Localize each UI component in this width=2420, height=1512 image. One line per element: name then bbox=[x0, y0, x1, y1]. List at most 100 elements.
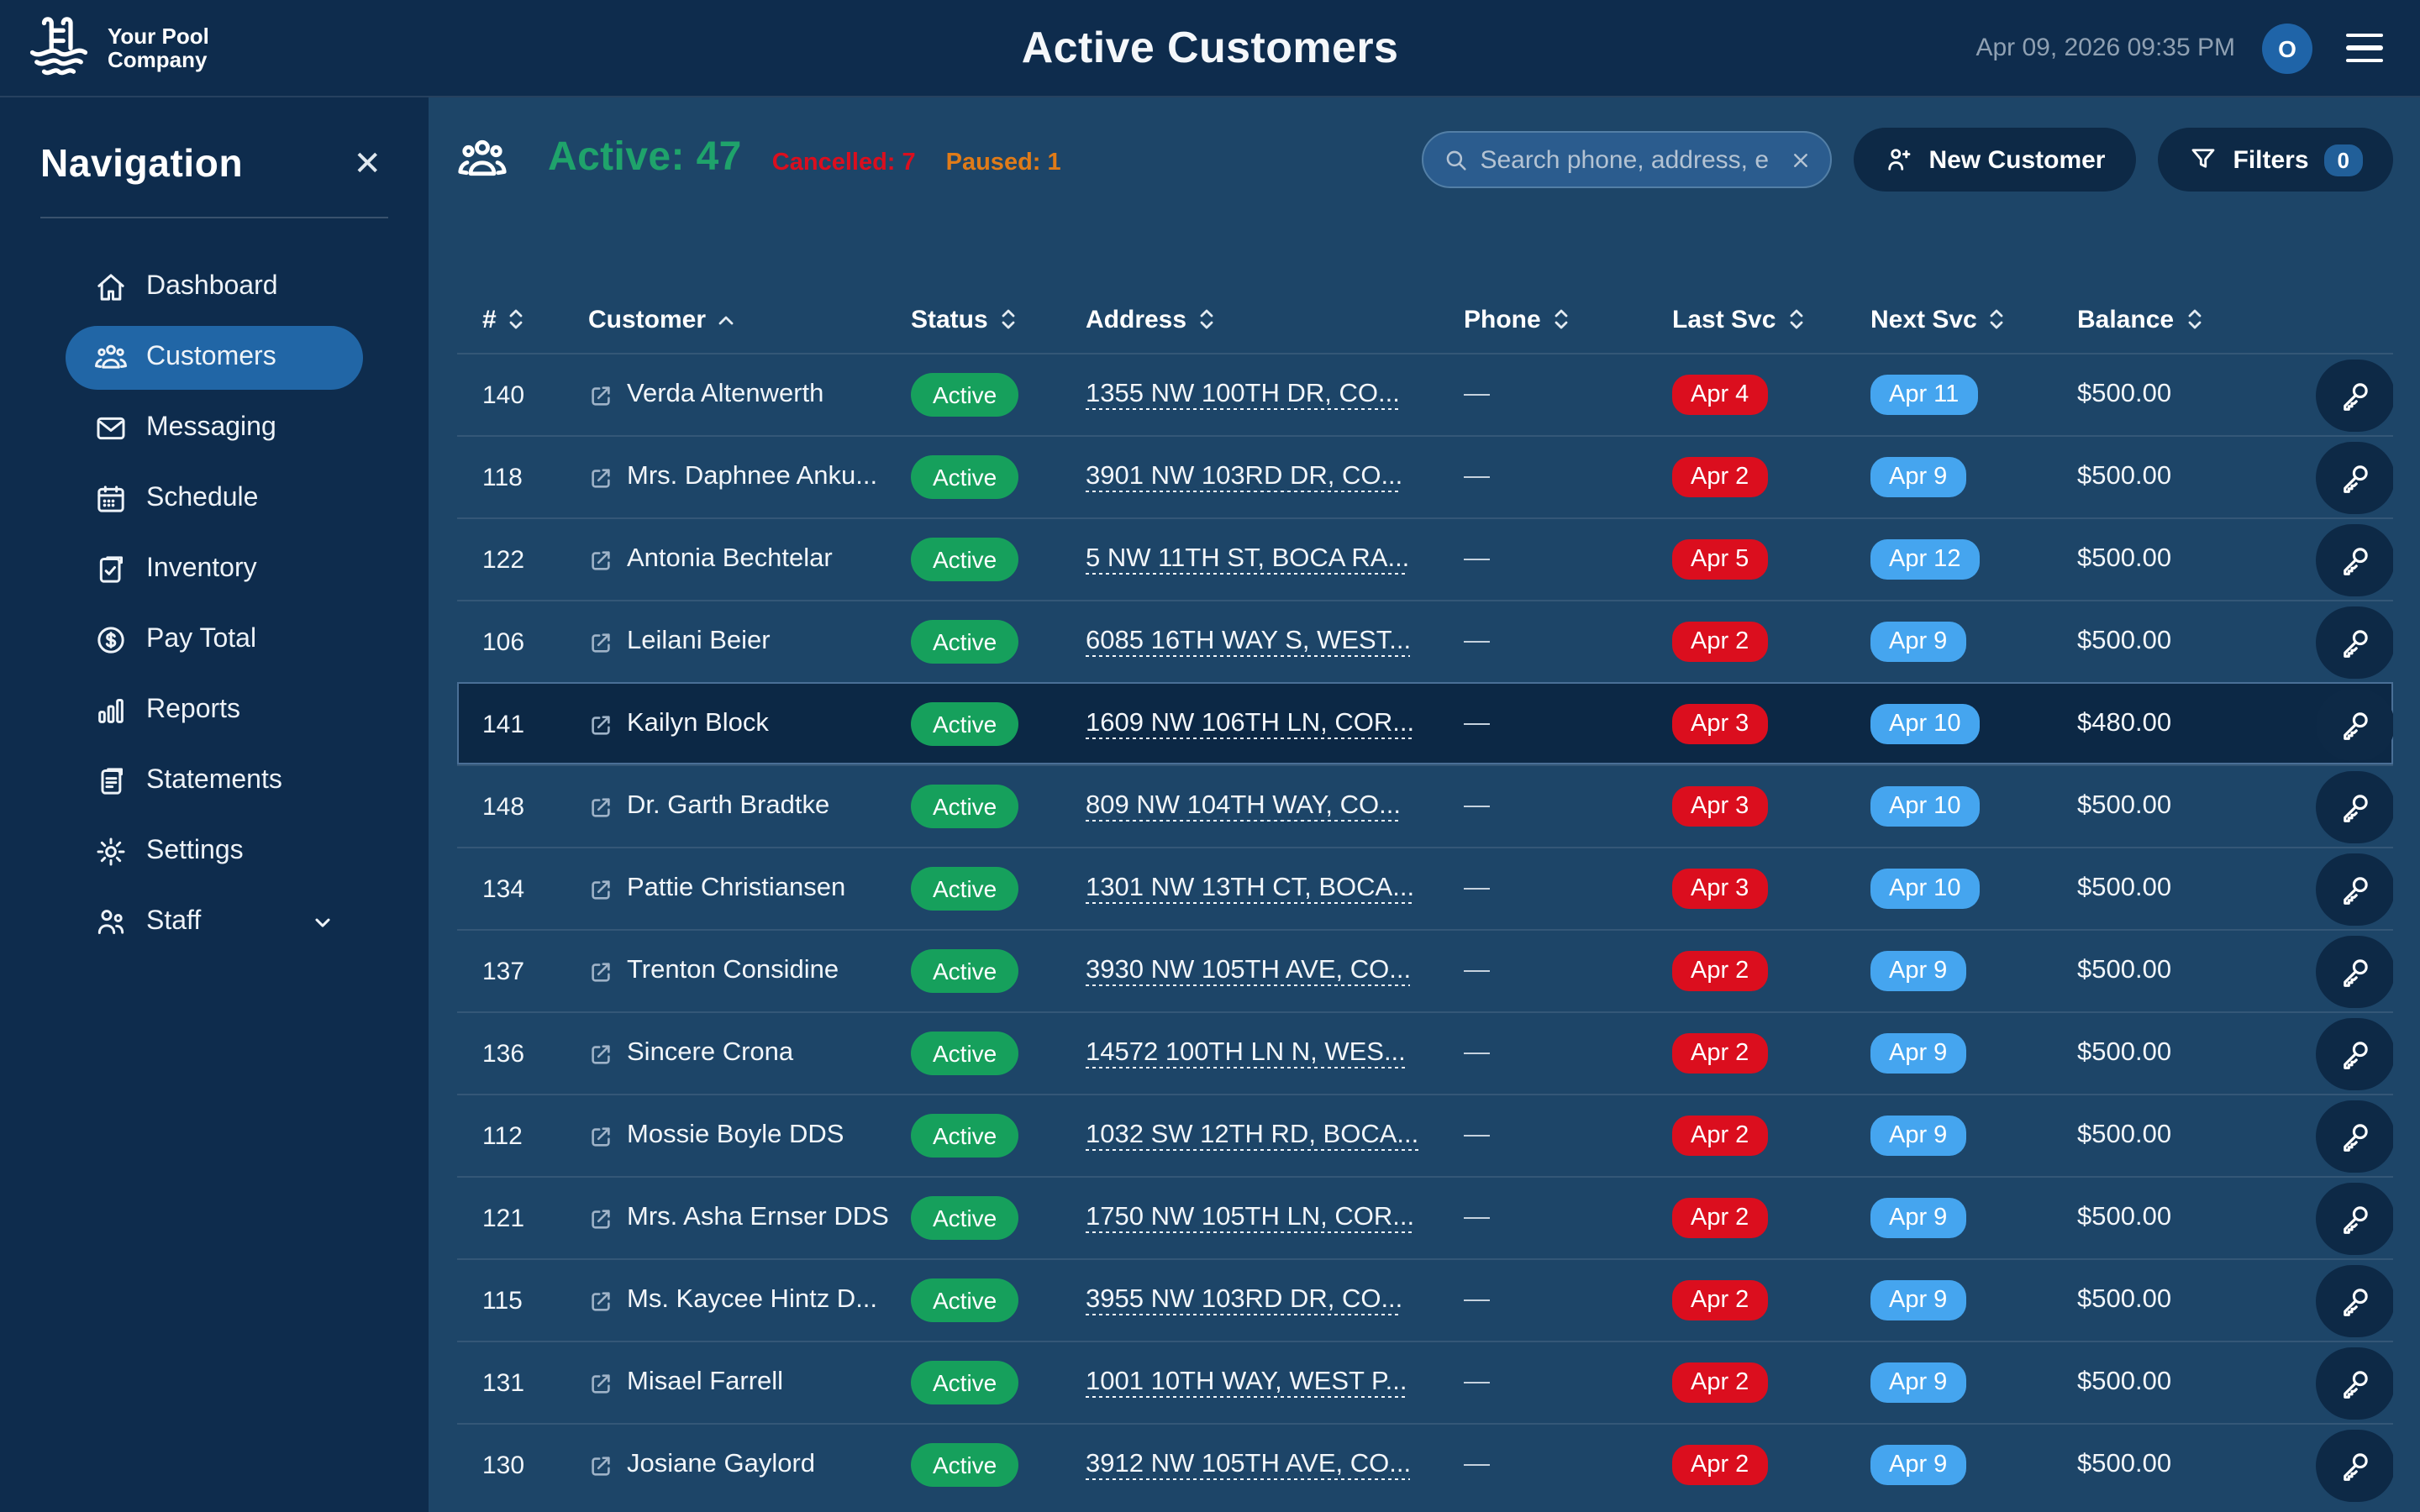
sidebar-item-dashboard[interactable]: Dashboard bbox=[66, 255, 363, 319]
filters-button[interactable]: Filters 0 bbox=[2158, 128, 2394, 192]
address-link[interactable]: 809 NW 104TH WAY, CO... bbox=[1086, 791, 1401, 820]
external-link-icon[interactable] bbox=[588, 1370, 613, 1395]
sidebar-item-settings[interactable]: Settings bbox=[66, 820, 363, 884]
column-header-last-svc[interactable]: Last Svc bbox=[1672, 305, 1870, 333]
address-link[interactable]: 6085 16TH WAY S, WEST... bbox=[1086, 627, 1411, 655]
customer-name[interactable]: Dr. Garth Bradtke bbox=[627, 791, 829, 822]
customer-name[interactable]: Verda Altenwerth bbox=[627, 380, 823, 410]
key-access-button[interactable] bbox=[2316, 441, 2393, 513]
column-header-next-svc[interactable]: Next Svc bbox=[1870, 305, 2077, 333]
column-header-status[interactable]: Status bbox=[911, 305, 1086, 333]
next-svc-badge: Apr 9 bbox=[1870, 1198, 1965, 1238]
table-row[interactable]: 134Pattie ChristiansenActive1301 NW 13TH… bbox=[457, 847, 2393, 929]
table-row[interactable]: 122Antonia BechtelarActive5 NW 11TH ST, … bbox=[457, 517, 2393, 600]
table-row[interactable]: 106Leilani BeierActive6085 16TH WAY S, W… bbox=[457, 600, 2393, 682]
key-access-button[interactable] bbox=[2316, 523, 2393, 596]
key-access-button[interactable] bbox=[2316, 853, 2393, 925]
sidebar-item-messaging[interactable]: Messaging bbox=[66, 396, 363, 460]
sidebar-item-schedule[interactable]: Schedule bbox=[66, 467, 363, 531]
key-access-button[interactable] bbox=[2316, 1429, 2393, 1501]
external-link-icon[interactable] bbox=[588, 465, 613, 490]
address-link[interactable]: 3955 NW 103RD DR, CO... bbox=[1086, 1285, 1402, 1314]
column-header-phone[interactable]: Phone bbox=[1464, 305, 1672, 333]
external-link-icon[interactable] bbox=[588, 1452, 613, 1478]
customer-name[interactable]: Mrs. Daphnee Anku... bbox=[627, 462, 877, 492]
sidebar-item-reports[interactable]: Reports bbox=[66, 679, 363, 743]
address-link[interactable]: 3930 NW 105TH AVE, CO... bbox=[1086, 956, 1411, 984]
column-header-address[interactable]: Address bbox=[1086, 305, 1464, 333]
customer-name[interactable]: Josiane Gaylord bbox=[627, 1450, 815, 1480]
key-access-button[interactable] bbox=[2316, 606, 2393, 678]
sidebar-item-inventory[interactable]: Inventory bbox=[66, 538, 363, 601]
column-header-number[interactable]: # bbox=[482, 305, 588, 333]
table-row[interactable]: 140Verda AltenwerthActive1355 NW 100TH D… bbox=[457, 353, 2393, 435]
customer-name[interactable]: Mrs. Asha Ernser DDS bbox=[627, 1203, 889, 1233]
table-row[interactable]: 141Kailyn BlockActive1609 NW 106TH LN, C… bbox=[457, 682, 2393, 764]
customer-name[interactable]: Leilani Beier bbox=[627, 627, 771, 657]
avatar[interactable]: O bbox=[2262, 23, 2312, 73]
table-row[interactable]: 112Mossie Boyle DDSActive1032 SW 12TH RD… bbox=[457, 1094, 2393, 1176]
column-header-balance[interactable]: Balance bbox=[2077, 305, 2316, 333]
external-link-icon[interactable] bbox=[588, 1041, 613, 1066]
address-link[interactable]: 3912 NW 105TH AVE, CO... bbox=[1086, 1450, 1411, 1478]
new-customer-button[interactable]: New Customer bbox=[1853, 128, 2135, 192]
table-row[interactable]: 130Josiane GaylordActive3912 NW 105TH AV… bbox=[457, 1423, 2393, 1505]
close-icon[interactable]: ✕ bbox=[346, 144, 388, 184]
customer-name[interactable]: Trenton Considine bbox=[627, 956, 839, 986]
address-link[interactable]: 1355 NW 100TH DR, CO... bbox=[1086, 380, 1400, 408]
customer-name[interactable]: Misael Farrell bbox=[627, 1368, 783, 1398]
address-cell: 1750 NW 105TH LN, COR... bbox=[1086, 1203, 1464, 1233]
address-link[interactable]: 5 NW 11TH ST, BOCA RA... bbox=[1086, 544, 1409, 573]
column-header-customer[interactable]: Customer bbox=[588, 305, 911, 333]
hamburger-menu-icon[interactable] bbox=[2339, 27, 2390, 70]
key-access-button[interactable] bbox=[2316, 1347, 2393, 1419]
table-row[interactable]: 131Misael FarrellActive1001 10TH WAY, WE… bbox=[457, 1341, 2393, 1423]
customer-name[interactable]: Kailyn Block bbox=[627, 709, 769, 739]
external-link-icon[interactable] bbox=[588, 547, 613, 572]
table-row[interactable]: 121Mrs. Asha Ernser DDSActive1750 NW 105… bbox=[457, 1176, 2393, 1258]
external-link-icon[interactable] bbox=[588, 711, 613, 737]
sidebar-item-statements[interactable]: Statements bbox=[66, 749, 363, 813]
address-link[interactable]: 1301 NW 13TH CT, BOCA... bbox=[1086, 874, 1414, 902]
status-badge: Active bbox=[911, 1443, 1018, 1487]
table-row[interactable]: 148Dr. Garth BradtkeActive809 NW 104TH W… bbox=[457, 764, 2393, 847]
key-access-button[interactable] bbox=[2316, 1017, 2393, 1089]
address-link[interactable]: 14572 100TH LN N, WES... bbox=[1086, 1038, 1406, 1067]
table-row[interactable]: 115Ms. Kaycee Hintz D...Active3955 NW 10… bbox=[457, 1258, 2393, 1341]
key-access-button[interactable] bbox=[2316, 688, 2393, 760]
clear-search-icon[interactable] bbox=[1787, 147, 1812, 172]
sidebar-item-pay-total[interactable]: Pay Total bbox=[66, 608, 363, 672]
sidebar-item-customers[interactable]: Customers bbox=[66, 326, 363, 390]
external-link-icon[interactable] bbox=[588, 794, 613, 819]
search-input[interactable] bbox=[1480, 145, 1776, 174]
sidebar-item-label: Customers bbox=[146, 343, 276, 373]
key-access-button[interactable] bbox=[2316, 770, 2393, 843]
address-link[interactable]: 1750 NW 105TH LN, COR... bbox=[1086, 1203, 1414, 1231]
key-access-button[interactable] bbox=[2316, 359, 2393, 431]
customer-name[interactable]: Antonia Bechtelar bbox=[627, 544, 833, 575]
address-link[interactable]: 1609 NW 106TH LN, COR... bbox=[1086, 709, 1414, 738]
sidebar-item-staff[interactable]: Staff bbox=[66, 890, 363, 954]
table-row[interactable]: 136Sincere CronaActive14572 100TH LN N, … bbox=[457, 1011, 2393, 1094]
key-access-button[interactable] bbox=[2316, 935, 2393, 1007]
table-row[interactable]: 118Mrs. Daphnee Anku...Active3901 NW 103… bbox=[457, 435, 2393, 517]
key-access-button[interactable] bbox=[2316, 1182, 2393, 1254]
external-link-icon[interactable] bbox=[588, 1123, 613, 1148]
address-link[interactable]: 1001 10TH WAY, WEST P... bbox=[1086, 1368, 1407, 1396]
company-name: Your Pool Company bbox=[108, 24, 209, 71]
external-link-icon[interactable] bbox=[588, 876, 613, 901]
customer-name[interactable]: Pattie Christiansen bbox=[627, 874, 845, 904]
external-link-icon[interactable] bbox=[588, 1288, 613, 1313]
external-link-icon[interactable] bbox=[588, 958, 613, 984]
customer-name[interactable]: Sincere Crona bbox=[627, 1038, 793, 1068]
customer-name[interactable]: Mossie Boyle DDS bbox=[627, 1121, 844, 1151]
external-link-icon[interactable] bbox=[588, 382, 613, 407]
external-link-icon[interactable] bbox=[588, 1205, 613, 1231]
address-link[interactable]: 1032 SW 12TH RD, BOCA... bbox=[1086, 1121, 1418, 1149]
table-row[interactable]: 137Trenton ConsidineActive3930 NW 105TH … bbox=[457, 929, 2393, 1011]
external-link-icon[interactable] bbox=[588, 629, 613, 654]
address-link[interactable]: 3901 NW 103RD DR, CO... bbox=[1086, 462, 1402, 491]
key-access-button[interactable] bbox=[2316, 1264, 2393, 1336]
key-access-button[interactable] bbox=[2316, 1100, 2393, 1172]
customer-name[interactable]: Ms. Kaycee Hintz D... bbox=[627, 1285, 877, 1315]
